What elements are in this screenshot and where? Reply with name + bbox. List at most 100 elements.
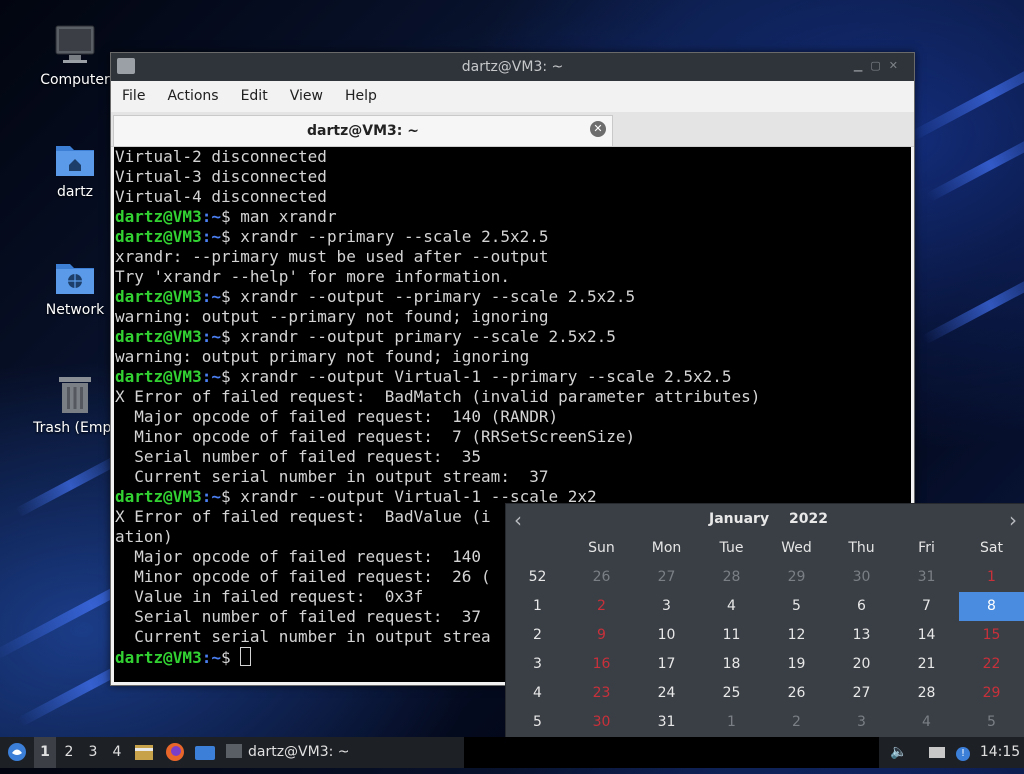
- start-menu-button[interactable]: [4, 737, 30, 768]
- week-number-header: [506, 534, 569, 563]
- tab-close-icon[interactable]: ✕: [590, 121, 606, 137]
- calendar-day[interactable]: 26: [764, 679, 829, 708]
- menu-view[interactable]: View: [279, 81, 334, 104]
- calendar-day[interactable]: 1: [699, 708, 764, 737]
- wallpaper-streak: [925, 127, 1024, 203]
- calendar-day[interactable]: 2: [569, 592, 634, 621]
- prompt-path: :~: [201, 227, 221, 246]
- calendar-day[interactable]: 23: [569, 679, 634, 708]
- menu-file[interactable]: File: [111, 81, 156, 104]
- calendar-day[interactable]: 20: [829, 650, 894, 679]
- command-text: [231, 648, 241, 667]
- calendar-day[interactable]: 7: [894, 592, 959, 621]
- output-text: xrandr: --primary must be used after --o…: [115, 247, 549, 266]
- workspace-3[interactable]: 3: [82, 737, 104, 768]
- output-text: Virtual-4 disconnected: [115, 187, 327, 206]
- clock[interactable]: 14:15: [978, 737, 1022, 768]
- calendar-day[interactable]: 30: [829, 563, 894, 592]
- calendar-day[interactable]: 3: [829, 708, 894, 737]
- calendar-day[interactable]: 25: [699, 679, 764, 708]
- notification-icon[interactable]: !: [952, 737, 974, 768]
- calendar-day[interactable]: 13: [829, 621, 894, 650]
- calendar-month[interactable]: January: [709, 511, 769, 527]
- calendar-day[interactable]: 19: [764, 650, 829, 679]
- calendar-day[interactable]: 4: [699, 592, 764, 621]
- output-text: Serial number of failed request: 37: [115, 607, 482, 626]
- prompt-user: dartz@VM3: [115, 207, 202, 226]
- calendar-day[interactable]: 27: [634, 563, 699, 592]
- workspace-1[interactable]: 1: [34, 737, 56, 768]
- calendar-day[interactable]: 18: [699, 650, 764, 679]
- window-titlebar[interactable]: dartz@VM3: ~ ▁▢✕: [111, 53, 914, 81]
- calendar-day[interactable]: 14: [894, 621, 959, 650]
- calendar-day[interactable]: 4: [894, 708, 959, 737]
- output-text: ation): [115, 527, 173, 546]
- calendar-day[interactable]: 8: [959, 592, 1024, 621]
- terminal-output-line: Current serial number in output stream: …: [115, 467, 911, 487]
- calendar-day[interactable]: 27: [829, 679, 894, 708]
- menu-edit[interactable]: Edit: [230, 81, 279, 104]
- calendar-day[interactable]: 5: [959, 708, 1024, 737]
- taskbar: 1 2 3 4 dartz@VM3: ~ 🔈 ! 14:15: [0, 737, 1024, 768]
- output-text: Major opcode of failed request: 140 (RAN…: [115, 407, 559, 426]
- calendar-day[interactable]: 28: [894, 679, 959, 708]
- prompt-symbol: $: [220, 287, 231, 306]
- calendar-day[interactable]: 29: [959, 679, 1024, 708]
- file-manager-launcher[interactable]: [132, 737, 156, 768]
- calendar-day[interactable]: 26: [569, 563, 634, 592]
- calendar-day[interactable]: 12: [764, 621, 829, 650]
- prompt-symbol: $: [220, 648, 231, 667]
- calendar-day[interactable]: 5: [764, 592, 829, 621]
- calendar-day[interactable]: 28: [699, 563, 764, 592]
- output-text: Minor opcode of failed request: 26 (: [115, 567, 491, 586]
- show-desktop-button[interactable]: [192, 737, 218, 768]
- calendar-day[interactable]: 2: [764, 708, 829, 737]
- workspace-4[interactable]: 4: [106, 737, 128, 768]
- next-month-icon[interactable]: ›: [1009, 508, 1017, 532]
- terminal-output-line: Virtual-2 disconnected: [115, 147, 911, 167]
- menu-help[interactable]: Help: [334, 81, 388, 104]
- output-text: Try 'xrandr --help' for more information…: [115, 267, 510, 286]
- output-text: Current serial number in output stream: …: [115, 467, 549, 486]
- calendar-day[interactable]: 16: [569, 650, 634, 679]
- taskbar-task-terminal[interactable]: dartz@VM3: ~: [222, 737, 466, 768]
- prompt-path: :~: [201, 327, 221, 346]
- calendar-day[interactable]: 21: [894, 650, 959, 679]
- calendar-day[interactable]: 9: [569, 621, 634, 650]
- calendar-day[interactable]: 15: [959, 621, 1024, 650]
- output-text: Current serial number in output strea: [115, 627, 491, 646]
- terminal-output-line: X Error of failed request: BadMatch (inv…: [115, 387, 911, 407]
- prompt-user: dartz@VM3: [115, 227, 202, 246]
- terminal-tab[interactable]: dartz@VM3: ~ ✕: [113, 115, 613, 146]
- firefox-launcher[interactable]: [162, 737, 188, 768]
- calendar-day[interactable]: 22: [959, 650, 1024, 679]
- calendar-day[interactable]: 1: [959, 563, 1024, 592]
- calendar-day[interactable]: 10: [634, 621, 699, 650]
- volume-icon[interactable]: 🔈: [888, 737, 910, 768]
- calendar-day[interactable]: 29: [764, 563, 829, 592]
- menu-actions[interactable]: Actions: [156, 81, 229, 104]
- calendar-day[interactable]: 11: [699, 621, 764, 650]
- calendar-day[interactable]: 30: [569, 708, 634, 737]
- calendar-popup[interactable]: ‹ January 2022 › Sun Mon Tue Wed Thu Fri Sat 52…: [505, 503, 1024, 738]
- calendar-year[interactable]: 2022: [789, 511, 828, 527]
- terminal-output-line: Minor opcode of failed request: 7 (RRSet…: [115, 427, 911, 447]
- previous-month-icon[interactable]: ‹: [514, 508, 522, 532]
- calendar-day[interactable]: 24: [634, 679, 699, 708]
- maximize-icon[interactable]: ▢: [870, 59, 888, 72]
- close-icon[interactable]: ✕: [889, 59, 906, 72]
- minimize-icon[interactable]: ▁: [854, 59, 870, 72]
- calendar-week-row: 3 16 17 18 19 20 21 22: [506, 650, 1024, 679]
- calendar-day[interactable]: 6: [829, 592, 894, 621]
- keyboard-icon[interactable]: [926, 737, 948, 768]
- calendar-day[interactable]: 31: [894, 563, 959, 592]
- prompt-path: :~: [201, 367, 221, 386]
- calendar-day[interactable]: 31: [634, 708, 699, 737]
- calendar-day[interactable]: 17: [634, 650, 699, 679]
- window-controls[interactable]: ▁▢✕: [854, 59, 906, 72]
- wallpaper-streak: [14, 452, 126, 518]
- command-text: xrandr --output --primary --scale 2.5x2.…: [230, 287, 636, 306]
- workspace-2[interactable]: 2: [58, 737, 80, 768]
- calendar-day[interactable]: 3: [634, 592, 699, 621]
- terminal-output-line: xrandr: --primary must be used after --o…: [115, 247, 911, 267]
